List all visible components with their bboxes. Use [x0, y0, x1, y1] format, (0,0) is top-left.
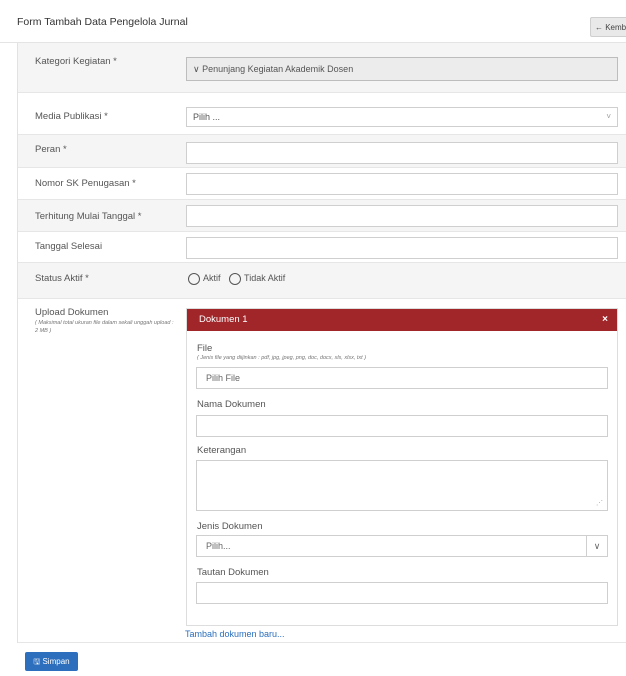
page-title: Form Tambah Data Pengelola Jurnal	[17, 16, 188, 28]
page-header: Form Tambah Data Pengelola Jurnal ← Kemb…	[0, 0, 626, 43]
row-media: Media Publikasi * Pilih ... ˅	[18, 93, 626, 135]
chevron-down-icon: ˅	[606, 112, 611, 121]
back-button[interactable]: ← Kembali	[590, 17, 626, 37]
upload-label: Upload Dokumen	[35, 307, 109, 318]
nomor-sk-label: Nomor SK Penugasan *	[35, 178, 136, 189]
media-select[interactable]: Pilih ... ˅	[186, 107, 618, 127]
selesai-input[interactable]	[186, 237, 618, 259]
kategori-field: ∨ Penunjang Kegiatan Akademik Dosen	[186, 57, 618, 81]
file-label: File	[197, 343, 213, 354]
jenis-dokumen-value: Pilih...	[206, 541, 231, 551]
selesai-label: Tanggal Selesai	[35, 241, 103, 252]
radio-tidak-aktif[interactable]	[229, 273, 242, 285]
media-value: Pilih ...	[193, 112, 221, 122]
nama-dokumen-input[interactable]	[196, 415, 608, 437]
save-icon: 🖫	[33, 657, 41, 666]
add-document-link[interactable]: Tambah dokumen baru...	[185, 629, 285, 639]
resize-handle-icon[interactable]: ⋰	[596, 499, 603, 507]
tautan-dokumen-label: Tautan Dokumen	[197, 567, 269, 578]
page: Form Tambah Data Pengelola Jurnal ← Kemb…	[0, 0, 626, 676]
keterangan-textarea[interactable]: ⋰	[196, 460, 608, 511]
radio-aktif[interactable]	[188, 273, 200, 285]
file-button-label: Pilih File	[206, 373, 241, 383]
document-title: Dokumen 1	[199, 314, 248, 325]
document-card: Dokumen 1 × File ( Jenis file yang diiji…	[186, 308, 618, 626]
keterangan-label: Keterangan	[197, 445, 247, 456]
upload-note: ( Maksimal total ukuran file dalam sekal…	[35, 320, 174, 334]
radio-tidak-aktif-label: Tidak Aktif	[244, 273, 286, 284]
row-nomor-sk: Nomor SK Penugasan *	[18, 168, 626, 200]
peran-label: Peran *	[35, 144, 67, 155]
nama-dokumen-label: Nama Dokumen	[197, 399, 266, 410]
jenis-dokumen-label: Jenis Dokumen	[197, 521, 263, 532]
row-status: Status Aktif * Aktif Tidak Aktif	[18, 263, 626, 299]
document-header: Dokumen 1 ×	[187, 309, 617, 331]
mulai-label: Terhitung Mulai Tanggal *	[35, 211, 142, 222]
nomor-sk-input[interactable]	[186, 173, 618, 195]
form: Kategori Kegiatan * ∨ Penunjang Kegiatan…	[17, 43, 626, 643]
radio-aktif-label: Aktif	[203, 273, 221, 284]
file-type-note: ( Jenis file yang diijinkan : pdf, jpg, …	[197, 355, 367, 361]
save-button-label: Simpan	[42, 657, 70, 666]
chevron-down-icon: ∨	[586, 536, 607, 556]
kategori-label: Kategori Kegiatan *	[35, 56, 117, 67]
tautan-dokumen-input[interactable]	[196, 582, 608, 604]
mulai-input[interactable]	[186, 205, 618, 227]
status-label: Status Aktif *	[35, 273, 89, 284]
kategori-value: ∨ Penunjang Kegiatan Akademik Dosen	[193, 64, 354, 74]
jenis-dokumen-select[interactable]: Pilih... ∨	[196, 535, 608, 557]
row-selesai: Tanggal Selesai	[18, 232, 626, 263]
row-upload: Upload Dokumen ( Maksimal total ukuran f…	[18, 299, 626, 643]
close-icon[interactable]: ×	[602, 309, 608, 331]
row-mulai: Terhitung Mulai Tanggal *	[18, 200, 626, 232]
save-button[interactable]: 🖫 Simpan	[25, 652, 78, 671]
peran-input[interactable]	[186, 142, 618, 164]
file-input[interactable]: Pilih File	[196, 367, 608, 389]
media-label: Media Publikasi *	[35, 111, 108, 122]
status-radio-group: Aktif Tidak Aktif	[188, 273, 291, 285]
row-peran: Peran *	[18, 135, 626, 168]
row-kategori: Kategori Kegiatan * ∨ Penunjang Kegiatan…	[18, 43, 626, 93]
